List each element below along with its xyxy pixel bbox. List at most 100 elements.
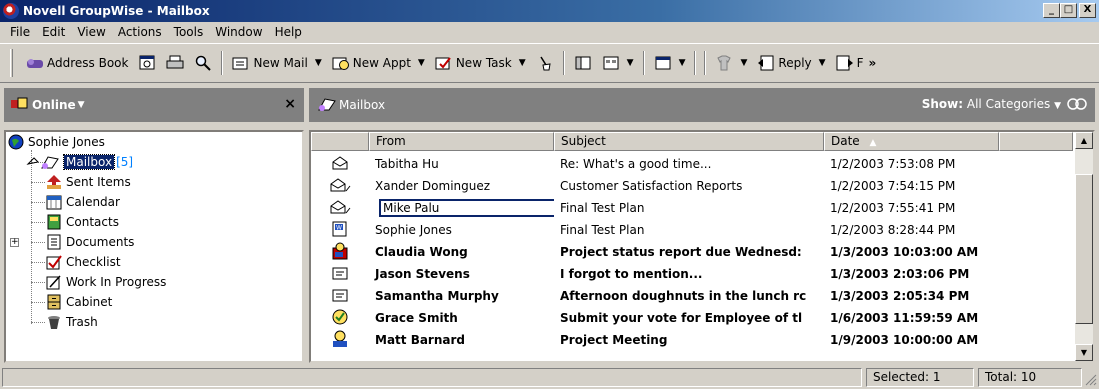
row-date: 1/2/2003 7:55:41 PM: [830, 201, 956, 215]
toolbar-separator: [221, 51, 224, 75]
cleanup-button[interactable]: [531, 50, 559, 76]
chevron-down-icon[interactable]: ▼: [519, 58, 526, 68]
menu-tools[interactable]: Tools: [168, 25, 210, 39]
tree-item-trash[interactable]: Trash: [46, 312, 98, 332]
view-panel-icon: [574, 55, 592, 71]
unread-count: [5]: [116, 155, 134, 169]
chevron-down-icon: ▼: [1054, 101, 1061, 111]
vertical-scrollbar[interactable]: ▲ ▼: [1075, 132, 1093, 361]
row-from: Xander Dominguez: [375, 179, 491, 193]
opened-mail-icon: [331, 155, 349, 174]
chevron-down-icon[interactable]: ▼: [679, 58, 686, 68]
table-row[interactable]: Claudia Wong Project status report due W…: [311, 241, 1073, 263]
scroll-up-button[interactable]: ▲: [1075, 132, 1093, 149]
row-from: Samantha Murphy: [375, 289, 499, 303]
forward-button[interactable]: F »: [831, 50, 882, 76]
new-mail-button[interactable]: New Mail ▼: [227, 50, 326, 76]
find-button[interactable]: [133, 50, 161, 76]
scroll-thumb[interactable]: [1075, 174, 1093, 324]
checklist-icon: [46, 254, 62, 270]
row-from: Tabitha Hu: [375, 157, 439, 171]
new-mail-label: New Mail: [253, 56, 308, 70]
online-mode-dropdown[interactable]: Online: [32, 98, 76, 112]
table-view-icon: [654, 55, 672, 71]
chevron-down-icon[interactable]: ▼: [418, 58, 425, 68]
column-header-icon[interactable]: [311, 132, 369, 151]
menu-help[interactable]: Help: [269, 25, 308, 39]
address-book-label: Address Book: [47, 56, 129, 70]
chevron-down-icon[interactable]: ▼: [315, 58, 322, 68]
tree-item-calendar[interactable]: Calendar: [46, 192, 120, 212]
row-subject: I forgot to mention...: [560, 267, 703, 281]
category-button[interactable]: ▼: [710, 50, 752, 76]
row-date: 1/3/2003 10:03:00 AM: [830, 245, 979, 259]
print-button[interactable]: [161, 50, 189, 76]
layout-button[interactable]: ▼: [597, 50, 639, 76]
row-date: 1/6/2003 11:59:59 AM: [830, 311, 979, 325]
tree-root-user[interactable]: Sophie Jones: [8, 132, 105, 152]
row-subject: Project Meeting: [560, 333, 668, 347]
word-document-icon: W: [332, 221, 348, 240]
column-header-date[interactable]: Date ▲: [824, 132, 999, 151]
menu-actions[interactable]: Actions: [112, 25, 168, 39]
display-view-button[interactable]: [569, 50, 597, 76]
row-subject: Submit your vote for Employee of tl: [560, 311, 803, 325]
table-row[interactable]: Grace Smith Submit your vote for Employe…: [311, 307, 1073, 329]
status-bar: Selected: 1 Total: 10: [0, 366, 1099, 389]
table-row[interactable]: Xander Dominguez Customer Satisfaction R…: [311, 175, 1073, 197]
scroll-down-button[interactable]: ▼: [1075, 344, 1093, 361]
expand-documents-button[interactable]: +: [10, 238, 19, 247]
find-glasses-icon[interactable]: [1067, 96, 1087, 112]
menu-file[interactable]: File: [4, 25, 36, 39]
calendar-icon: [46, 194, 62, 210]
find-window-icon: [138, 55, 156, 71]
tree-item-sent-items[interactable]: Sent Items: [46, 172, 131, 192]
column-header-from[interactable]: From: [369, 132, 554, 151]
tree-item-cabinet[interactable]: Cabinet: [46, 292, 112, 312]
row-from: Jason Stevens: [375, 267, 470, 281]
folder-title: Mailbox: [339, 98, 386, 112]
tree-item-label: Contacts: [66, 215, 119, 229]
table-row[interactable]: Tabitha Hu Re: What's a good time... 1/2…: [311, 153, 1073, 175]
table-row[interactable]: Jason Stevens I forgot to mention... 1/3…: [311, 263, 1073, 285]
table-view-button[interactable]: ▼: [649, 50, 691, 76]
mailbox-icon: [26, 154, 60, 170]
tree-item-mailbox[interactable]: Mailbox [5]: [26, 152, 133, 172]
close-pane-button[interactable]: ×: [284, 96, 296, 112]
resize-grip-icon[interactable]: [1083, 372, 1097, 386]
svg-text:W: W: [336, 224, 342, 231]
unread-appointment-icon: [331, 330, 349, 351]
toolbar-grip[interactable]: [10, 49, 13, 77]
table-row[interactable]: W Sophie Jones Final Test Plan 1/2/2003 …: [311, 219, 1073, 241]
reply-button[interactable]: Reply ▼: [752, 50, 830, 76]
search-button[interactable]: [189, 50, 217, 76]
address-book-button[interactable]: Address Book: [21, 50, 133, 76]
menu-view[interactable]: View: [71, 25, 111, 39]
table-row[interactable]: Matt Barnard Project Meeting 1/9/2003 10…: [311, 329, 1073, 351]
tree-item-documents[interactable]: Documents: [46, 232, 134, 252]
new-task-button[interactable]: New Task ▼: [430, 50, 531, 76]
menu-edit[interactable]: Edit: [36, 25, 71, 39]
tree-root-label: Sophie Jones: [28, 135, 105, 149]
table-row[interactable]: Mike Palu Final Test Plan 1/2/2003 7:55:…: [311, 197, 1073, 219]
show-category-filter[interactable]: Show: All Categories ▼: [922, 97, 1061, 111]
chevron-down-icon[interactable]: ▼: [78, 100, 85, 110]
maximize-button[interactable]: □: [1060, 3, 1077, 18]
table-row[interactable]: Samantha Murphy Afternoon doughnuts in t…: [311, 285, 1073, 307]
tree-item-checklist[interactable]: Checklist: [46, 252, 121, 272]
chevron-down-icon[interactable]: ▼: [819, 58, 826, 68]
globe-icon: [8, 134, 24, 150]
menu-window[interactable]: Window: [209, 25, 268, 39]
close-button[interactable]: X: [1079, 3, 1096, 18]
tree-item-work-in-progress[interactable]: Work In Progress: [46, 272, 166, 292]
column-header-subject[interactable]: Subject: [554, 132, 824, 151]
minimize-button[interactable]: _: [1043, 3, 1060, 18]
status-message-panel: [2, 368, 862, 387]
new-appt-button[interactable]: New Appt ▼: [327, 50, 430, 76]
status-total: Total: 10: [978, 368, 1082, 387]
contacts-icon: [46, 214, 62, 230]
chevron-down-icon[interactable]: ▼: [627, 58, 634, 68]
toolbar-overflow-chevron[interactable]: »: [868, 56, 876, 70]
tree-item-contacts[interactable]: Contacts: [46, 212, 119, 232]
chevron-down-icon[interactable]: ▼: [740, 58, 747, 68]
